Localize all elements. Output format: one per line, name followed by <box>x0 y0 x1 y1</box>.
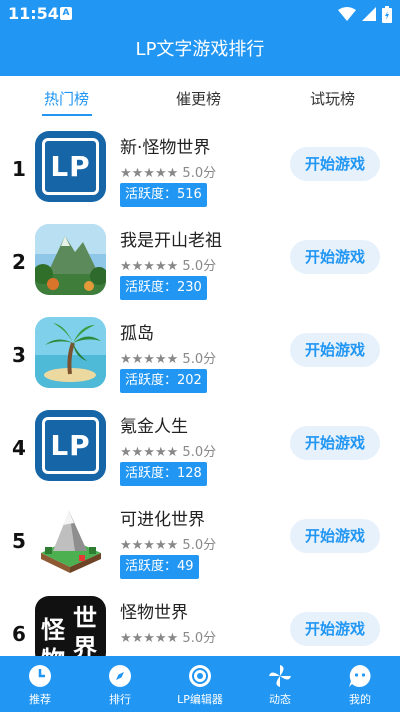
game-name: 我是开山老祖 <box>120 231 222 251</box>
pinwheel-icon <box>269 665 291 687</box>
mountain-landscape-icon <box>35 224 106 295</box>
star-rating-icon: ★★★★★ <box>120 352 179 367</box>
chat-face-icon <box>349 665 371 687</box>
star-rating-icon: ★★★★★ <box>120 166 179 181</box>
system-icons <box>338 5 392 23</box>
tab-update-request[interactable]: 催更榜 <box>176 88 221 109</box>
page-title: LP文字游戏排行 <box>135 39 265 60</box>
game-row[interactable]: 1 LP 新·怪物世界 ★★★★★ 5.0分 活跃度：516 开始游戏 <box>0 131 400 224</box>
star-rating-icon: ★★★★★ <box>120 631 179 646</box>
lp-logo-icon: LP <box>35 410 106 481</box>
star-rating-icon: ★★★★★ <box>120 259 179 274</box>
app-bar: LP文字游戏排行 <box>0 28 400 76</box>
start-game-button[interactable]: 开始游戏 <box>290 147 380 181</box>
voxel-mountain-icon <box>35 503 106 574</box>
rank-number: 5 <box>12 529 26 553</box>
game-row[interactable]: 3 孤岛 ★★★★★ 5.0分 活跃度：202 开始游戏 <box>0 317 400 410</box>
game-name: 孤岛 <box>120 324 154 344</box>
battery-icon <box>382 5 392 23</box>
game-rating: ★★★★★ 5.0分 <box>120 538 217 553</box>
game-name: 氪金人生 <box>120 417 188 437</box>
notification-icon: A <box>60 7 72 20</box>
rank-number: 4 <box>12 436 26 460</box>
game-row[interactable]: 4 LP 氪金人生 ★★★★★ 5.0分 活跃度：128 开始游戏 <box>0 410 400 503</box>
status-bar: 11:54 A <box>0 0 400 28</box>
game-rating: ★★★★★ 5.0分 <box>120 166 217 181</box>
nav-label: LP编辑器 <box>177 693 223 706</box>
bottom-navigation: 推荐 排行 LP编辑器 动态 我的 <box>0 656 400 712</box>
game-row[interactable]: 2 我是开山老祖 ★★★★★ 5.0分 活跃度：230 开始游戏 <box>0 224 400 317</box>
activity-badge: 活跃度：202 <box>120 369 207 393</box>
ranking-tabs: 热门榜 催更榜 试玩榜 <box>0 76 400 120</box>
tab-hot[interactable]: 热门榜 <box>44 88 89 109</box>
star-rating-icon: ★★★★★ <box>120 538 179 553</box>
start-game-button[interactable]: 开始游戏 <box>290 612 380 646</box>
wifi-icon <box>338 7 356 21</box>
activity-badge: 活跃度：49 <box>120 555 199 579</box>
clock-icon <box>29 665 51 687</box>
game-rating: ★★★★★ 5.0分 <box>120 445 217 460</box>
start-game-button[interactable]: 开始游戏 <box>290 240 380 274</box>
target-icon <box>189 665 211 687</box>
nav-label: 排行 <box>109 693 131 706</box>
rank-number: 1 <box>12 157 26 181</box>
game-name: 新·怪物世界 <box>120 138 211 158</box>
game-rating: ★★★★★ 5.0分 <box>120 259 217 274</box>
tab-trial[interactable]: 试玩榜 <box>310 88 355 109</box>
start-game-button[interactable]: 开始游戏 <box>290 519 380 553</box>
game-rating: ★★★★★ 5.0分 <box>120 352 217 367</box>
activity-badge: 活跃度：516 <box>120 183 207 207</box>
rank-number: 6 <box>12 622 26 646</box>
game-name: 怪物世界 <box>120 603 188 623</box>
nav-recommend[interactable]: 推荐 <box>0 656 80 712</box>
activity-badge: 活跃度：128 <box>120 462 207 486</box>
signal-icon <box>362 7 376 21</box>
nav-label: 推荐 <box>29 693 51 706</box>
status-time: 11:54 <box>8 4 59 23</box>
start-game-button[interactable]: 开始游戏 <box>290 426 380 460</box>
nav-label: 动态 <box>269 693 291 706</box>
lp-logo-icon: LP <box>35 131 106 202</box>
nav-label: 我的 <box>349 693 371 706</box>
nav-profile[interactable]: 我的 <box>320 656 400 712</box>
nav-ranking[interactable]: 排行 <box>80 656 160 712</box>
rank-number: 3 <box>12 343 26 367</box>
activity-badge: 活跃度：230 <box>120 276 207 300</box>
star-rating-icon: ★★★★★ <box>120 445 179 460</box>
game-rating: ★★★★★ 5.0分 <box>120 631 217 646</box>
game-row[interactable]: 5 可进化世界 ★★★★★ 5.0分 活跃度：49 开始游戏 <box>0 503 400 596</box>
palm-island-icon <box>35 317 106 388</box>
game-name: 可进化世界 <box>120 510 205 530</box>
compass-icon <box>109 665 131 687</box>
start-game-button[interactable]: 开始游戏 <box>290 333 380 367</box>
nav-lp-editor[interactable]: LP编辑器 <box>160 656 240 712</box>
nav-activity[interactable]: 动态 <box>240 656 320 712</box>
active-tab-indicator <box>42 114 92 116</box>
rank-number: 2 <box>12 250 26 274</box>
